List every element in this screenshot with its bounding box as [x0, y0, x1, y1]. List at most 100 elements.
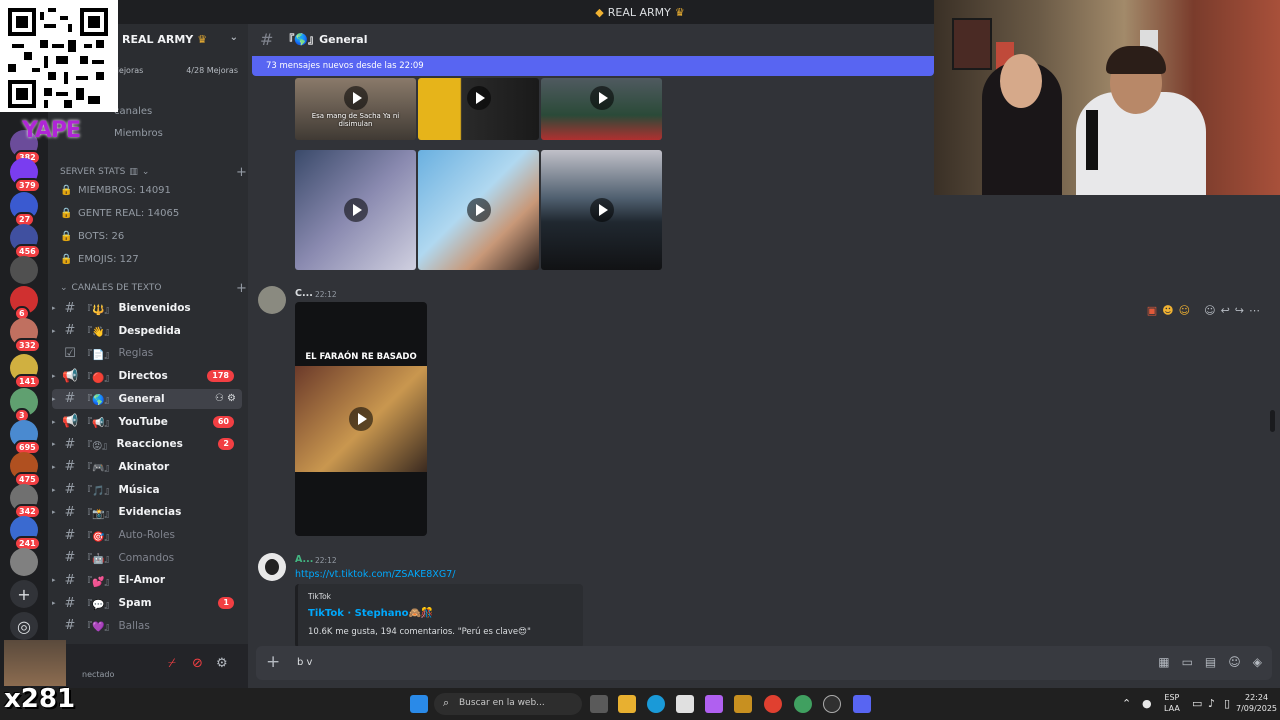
- media-thumb[interactable]: Esa mang de Sacha Ya ni disimulan: [295, 78, 416, 140]
- media-thumb[interactable]: [541, 78, 662, 140]
- channel-settings-icons[interactable]: ⚇ ⚙: [215, 393, 236, 404]
- forward-icon[interactable]: ↪: [1235, 304, 1244, 317]
- activity-icon[interactable]: ◈: [1253, 655, 1262, 669]
- reaction-smile-icon[interactable]: ☺: [1179, 304, 1190, 317]
- file-explorer-icon[interactable]: [618, 695, 636, 713]
- play-icon[interactable]: [343, 85, 368, 110]
- server-icon[interactable]: 695: [10, 420, 41, 455]
- battery-icon[interactable]: ▯: [1224, 697, 1230, 710]
- server-icon[interactable]: 342: [10, 484, 41, 519]
- play-icon[interactable]: [343, 198, 368, 222]
- message-author[interactable]: C...: [295, 288, 313, 299]
- message-composer[interactable]: + b v ▦ ▭ ▤ ☺ ◈: [256, 646, 1272, 680]
- stat-channel[interactable]: 🔒 BOTS: 26: [60, 231, 124, 242]
- play-button[interactable]: [349, 407, 373, 431]
- emoji-icon[interactable]: ☺: [1228, 655, 1241, 669]
- channel-directos[interactable]: ▸ 📢 『🔴』 Directos 178: [52, 366, 242, 386]
- reaction-laugh-icon[interactable]: ☻: [1162, 304, 1173, 317]
- media-thumb[interactable]: [418, 150, 539, 270]
- channel-el-amor[interactable]: ▸ # 『💕』 El-Amor: [52, 570, 242, 590]
- server-icon[interactable]: 141: [10, 354, 41, 389]
- channel-bienvenidos[interactable]: ▸ # 『🔱』 Bienvenidos: [52, 298, 242, 318]
- volume-icon[interactable]: ♪: [1208, 697, 1215, 710]
- add-server-icon[interactable]: +: [10, 580, 38, 608]
- clock[interactable]: 22:24 7/09/2025: [1236, 692, 1277, 714]
- server-icon[interactable]: 475: [10, 452, 41, 487]
- server-icon[interactable]: 241: [10, 516, 41, 551]
- message-link[interactable]: https://vt.tiktok.com/ZSAKE8XG7/: [295, 569, 455, 580]
- reaction-emoji-icon[interactable]: ▣: [1147, 304, 1157, 317]
- edge-icon[interactable]: [647, 695, 665, 713]
- new-messages-bar[interactable]: 73 mensajes nuevos desde las 22:09: [252, 56, 934, 76]
- browse-channels-link[interactable]: canales: [114, 106, 152, 117]
- user-avatar[interactable]: [4, 640, 66, 686]
- mic-muted-icon[interactable]: ⌿: [168, 656, 176, 671]
- stat-channel[interactable]: 🔒 EMOJIS: 127: [60, 254, 139, 265]
- sticker-icon[interactable]: ▤: [1205, 655, 1216, 669]
- chrome-profile-icon[interactable]: [794, 695, 812, 713]
- video-attachment[interactable]: EL FARAÓN RE BASADO: [295, 302, 427, 536]
- stat-channel[interactable]: 🔒 GENTE REAL: 14065: [60, 208, 179, 219]
- channel-ballas[interactable]: # 『💜』 Ballas: [52, 616, 242, 636]
- chevron-up-icon[interactable]: ⌃: [1122, 697, 1131, 710]
- play-icon[interactable]: [589, 198, 614, 222]
- server-icon[interactable]: 456: [10, 224, 41, 259]
- game-icon[interactable]: [734, 695, 752, 713]
- chevron-down-icon[interactable]: ⌄: [230, 32, 238, 43]
- gift-icon[interactable]: ▦: [1158, 655, 1169, 669]
- discover-icon[interactable]: ◎: [10, 612, 38, 640]
- media-thumb[interactable]: [295, 150, 416, 270]
- server-icon[interactable]: 3: [10, 388, 38, 423]
- discord-icon[interactable]: [853, 695, 871, 713]
- taskbar-search[interactable]: ⌕ Buscar en la web...: [434, 693, 582, 715]
- mic-icon[interactable]: ●: [1142, 697, 1152, 710]
- server-icon[interactable]: 332: [10, 318, 41, 353]
- channel-auto-roles[interactable]: # 『🎯』 Auto-Roles: [52, 525, 242, 545]
- channel-reglas[interactable]: ☑ 『📄』 Reglas: [52, 343, 242, 363]
- chrome-icon[interactable]: [764, 695, 782, 713]
- gif-icon[interactable]: ▭: [1182, 655, 1193, 669]
- stats-category[interactable]: SERVER STATS ▥ ⌄ +: [60, 165, 247, 180]
- server-icon[interactable]: [10, 548, 38, 576]
- server-icon[interactable]: 27: [10, 192, 38, 227]
- channel-evidencias[interactable]: ▸ # 『📸』 Evidencias: [52, 502, 242, 522]
- attach-plus-icon[interactable]: +: [266, 652, 280, 672]
- play-icon[interactable]: [589, 85, 614, 110]
- task-view-icon[interactable]: [590, 695, 608, 713]
- obs-icon[interactable]: [823, 695, 841, 713]
- media-thumb[interactable]: [418, 78, 539, 140]
- text-category[interactable]: ⌄ CANALES DE TEXTO +: [60, 281, 247, 296]
- message-author[interactable]: A...: [295, 554, 313, 565]
- channel-spam[interactable]: ▸ # 『💬』 Spam 1: [52, 593, 242, 613]
- channel-m-sica[interactable]: ▸ # 『🎵』 Música: [52, 480, 242, 500]
- channel-despedida[interactable]: ▸ # 『👋』 Despedida: [52, 321, 242, 341]
- copilot-icon[interactable]: [705, 695, 723, 713]
- add-reaction-icon[interactable]: ☺: [1204, 304, 1215, 317]
- windows-start-icon[interactable]: [410, 695, 428, 713]
- snipping-icon[interactable]: [676, 695, 694, 713]
- headphones-muted-icon[interactable]: ⊘: [192, 656, 203, 671]
- channel-youtube[interactable]: ▸ 📢 『📢』 YouTube 60: [52, 412, 242, 432]
- avatar[interactable]: [258, 553, 286, 581]
- channel-reacciones[interactable]: ▸ # 『😡』 Reacciones 2: [52, 434, 242, 454]
- server-icon[interactable]: [10, 256, 38, 284]
- more-icon[interactable]: ⋯: [1249, 304, 1260, 317]
- language-indicator[interactable]: ESP LAA: [1164, 692, 1180, 714]
- channel-comandos[interactable]: # 『🤖』 Comandos: [52, 548, 242, 568]
- scrollbar-thumb[interactable]: [1270, 410, 1275, 432]
- play-icon[interactable]: [349, 407, 373, 431]
- channel-general[interactable]: ▸ # 『🌎』 General ⚇ ⚙: [52, 388, 242, 409]
- add-channel-icon[interactable]: +: [236, 281, 247, 296]
- gear-icon[interactable]: ⚙: [216, 656, 228, 671]
- add-channel-icon[interactable]: +: [236, 165, 247, 180]
- embed-title[interactable]: TikTok · Stephano🙈🎊: [308, 608, 433, 619]
- members-link[interactable]: Miembros: [114, 128, 163, 139]
- channel-akinator[interactable]: ▸ # 『🎮』 Akinator: [52, 457, 242, 477]
- stat-channel[interactable]: 🔒 MIEMBROS: 14091: [60, 185, 171, 196]
- server-icon[interactable]: 379: [10, 158, 41, 193]
- media-thumb[interactable]: [541, 150, 662, 270]
- server-icon[interactable]: 6: [10, 286, 38, 321]
- composer-text[interactable]: b v: [297, 657, 312, 668]
- network-icon[interactable]: ▭: [1192, 697, 1202, 710]
- play-icon[interactable]: [466, 198, 491, 222]
